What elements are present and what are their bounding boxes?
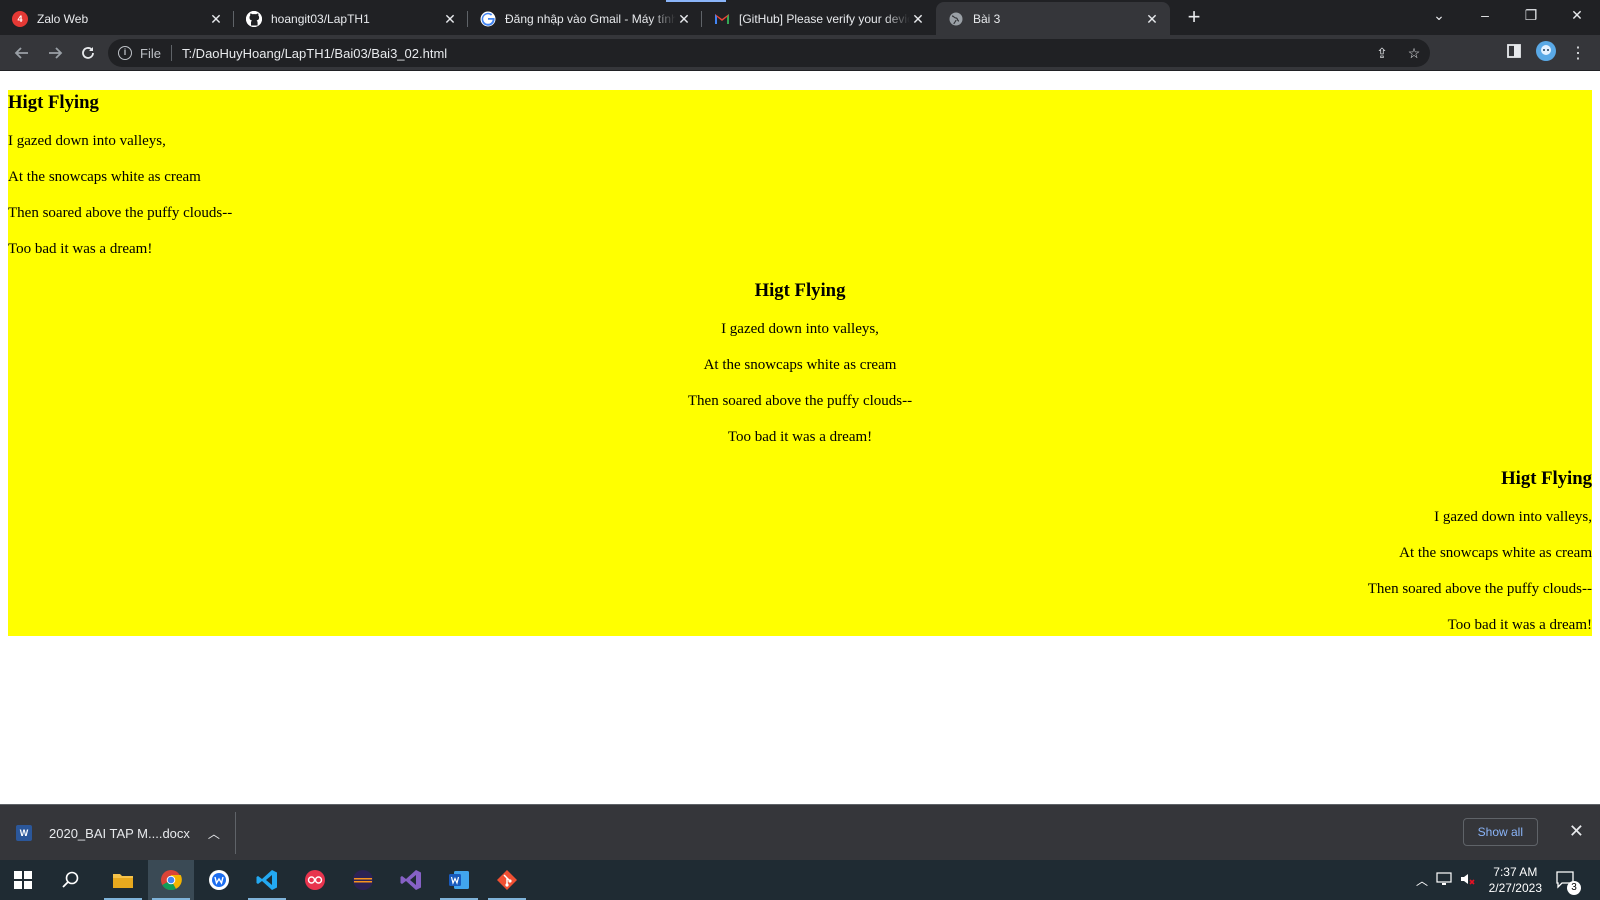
poem-line: At the snowcaps white as cream [1399,545,1592,561]
chevron-up-icon[interactable]: ︿ [208,825,220,842]
chrome-icon[interactable] [148,860,194,900]
github-icon [246,10,262,27]
poem-line: Then soared above the puffy clouds-- [1367,581,1592,597]
reload-button[interactable] [72,39,104,67]
close-tab-icon[interactable]: ✕ [1144,11,1160,27]
network-icon[interactable] [1432,871,1456,889]
globe-icon [948,11,964,27]
google-icon [480,11,496,27]
poem-title: Higt Flying [8,92,99,113]
windows-app-icon[interactable] [196,860,242,900]
tab-gmail-github-verify[interactable]: [GitHub] Please verify your device ✕ [702,2,936,35]
poem-line: At the snowcaps white as cream [703,357,897,373]
close-window-button[interactable]: ✕ [1554,0,1600,32]
app-icon[interactable] [292,860,338,900]
notification-center-icon[interactable]: 3 [1556,860,1581,900]
side-panel-icon[interactable] [1498,43,1530,63]
windows-taskbar: ︿ 7:37 AM 2/27/2023 3 [0,860,1600,900]
git-icon[interactable] [484,860,530,900]
word-icon[interactable] [436,860,482,900]
page-viewport: Higt Flying I gazed down into valleys, A… [0,72,1600,804]
poem-title: Higt Flying [754,280,846,301]
tab-title: Bài 3 [973,11,1001,26]
scheme-label: File [140,45,161,61]
site-info-icon[interactable]: i [118,46,132,60]
close-tab-icon[interactable]: ✕ [910,11,926,27]
reload-icon [82,46,94,59]
zalo-icon: 4 [12,10,28,27]
poem-container: Higt Flying I gazed down into valleys, A… [8,90,1592,636]
close-shelf-icon[interactable]: ✕ [1569,821,1584,842]
bookmark-star-icon[interactable]: ☆ [1398,45,1430,62]
address-bar[interactable]: i File T:/DaoHuyHoang/LapTH1/Bai03/Bai3_… [108,39,1430,67]
browser-toolbar: i File T:/DaoHuyHoang/LapTH1/Bai03/Bai3_… [0,35,1600,71]
profile-avatar[interactable] [1530,40,1562,66]
tab-search-icon[interactable]: ⌄ [1416,0,1462,32]
word-document-icon: W [16,825,32,841]
tab-strip: 4 Zalo Web ✕ hoangit03/LapTH1 ✕ Đăng nhậ… [0,0,1600,35]
tab-title: hoangit03/LapTH1 [271,11,370,26]
poem-line: Then soared above the puffy clouds-- [8,205,233,221]
clock-date: 2/27/2023 [1488,881,1542,895]
visual-studio-icon[interactable] [388,860,434,900]
show-all-button[interactable]: Show all [1462,818,1538,846]
notification-count-badge: 3 [1567,881,1581,895]
tab-google-login[interactable]: Đăng nhập vào Gmail - Máy tính ✕ [468,2,702,35]
tab-zalo[interactable]: 4 Zalo Web ✕ [0,2,234,35]
back-button[interactable] [6,39,38,67]
gmail-icon [714,11,730,27]
tab-github-repo[interactable]: hoangit03/LapTH1 ✕ [234,2,468,35]
forward-button[interactable] [39,39,71,67]
download-file-name: 2020_BAI TAP M....docx [49,825,190,841]
poem-line: Then soared above the puffy clouds-- [687,393,913,409]
poem-line: Too bad it was a dream! [8,241,153,257]
poem-line: At the snowcaps white as cream [8,169,201,185]
poem-title: Higt Flying [1501,468,1592,489]
url-text[interactable]: T:/DaoHuyHoang/LapTH1/Bai03/Bai3_02.html [182,46,447,61]
system-clock[interactable]: 7:37 AM 2/27/2023 [1489,864,1542,896]
tab-loading-indicator [666,0,726,2]
close-tab-icon[interactable]: ✕ [442,11,458,27]
close-tab-icon[interactable]: ✕ [676,11,692,27]
download-item[interactable]: W 2020_BAI TAP M....docx ︿ [16,815,220,851]
arrow-left-icon [14,46,28,59]
menu-kebab-icon[interactable]: ⋮ [1562,43,1594,63]
poem-line: I gazed down into valleys, [1434,509,1592,525]
file-explorer-icon[interactable] [100,860,146,900]
volume-muted-icon[interactable] [1456,872,1480,889]
windows-start-icon[interactable] [0,860,46,900]
close-tab-icon[interactable]: ✕ [208,11,224,27]
share-icon[interactable]: ⇪ [1366,45,1398,62]
tab-title: Đăng nhập vào Gmail - Máy tính [505,11,676,26]
poem-line: I gazed down into valleys, [8,133,166,149]
omnibox-divider [170,45,172,61]
search-icon[interactable] [48,860,94,900]
tab-bai-3[interactable]: Bài 3 ✕ [936,2,1170,35]
new-tab-button[interactable]: + [1176,2,1212,35]
tab-title: Zalo Web [37,11,89,26]
poem-line: Too bad it was a dream! [1447,617,1592,633]
download-shelf: W 2020_BAI TAP M....docx ︿ Show all ✕ [0,804,1600,860]
poem-line: Too bad it was a dream! [727,429,873,445]
chevron-up-icon[interactable]: ︿ [1412,872,1432,889]
eclipse-icon[interactable] [340,860,386,900]
shelf-divider [235,812,236,854]
restore-button[interactable]: ❐ [1508,0,1554,32]
vscode-icon[interactable] [244,860,290,900]
minimize-button[interactable]: – [1462,0,1508,32]
poem-line: I gazed down into valleys, [721,321,879,337]
tab-title: [GitHub] Please verify your device [739,11,910,26]
arrow-right-icon [49,46,63,59]
clock-time: 7:37 AM [1493,865,1538,879]
